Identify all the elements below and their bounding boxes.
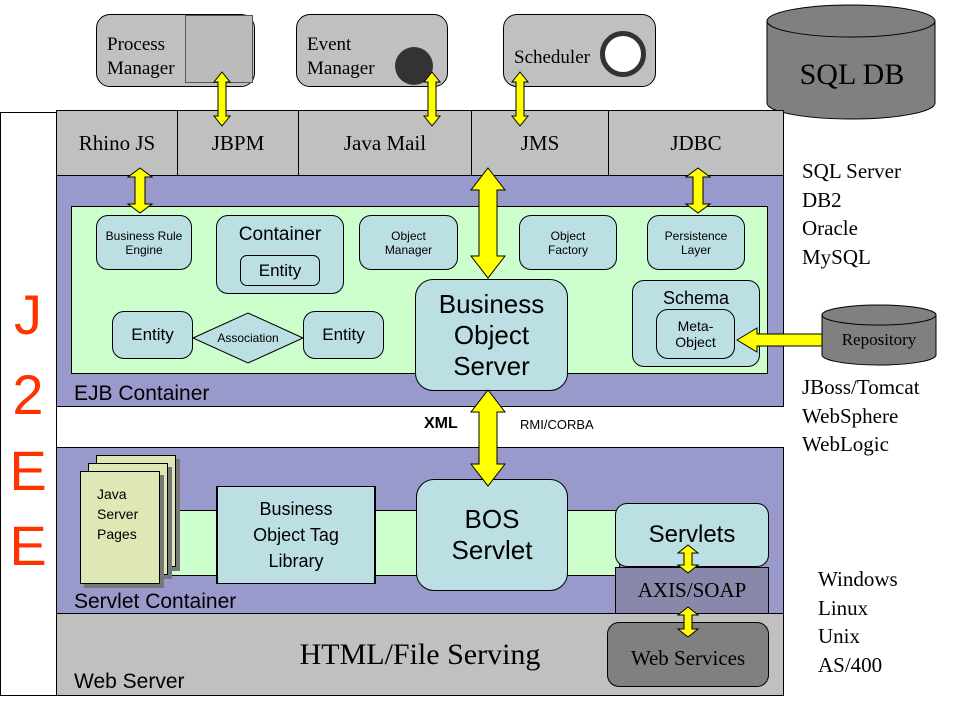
- entity-right: Entity: [303, 311, 384, 359]
- bos-servlet: BOS Servlet: [416, 479, 568, 591]
- app-server-list: JBoss/Tomcat WebSphere WebLogic: [802, 373, 920, 459]
- servlet-container-label: Servlet Container: [74, 590, 237, 613]
- jdbc: JDBC: [670, 131, 722, 155]
- servlets-label: Servlets: [648, 521, 736, 548]
- container-entity: Entity: [240, 255, 320, 286]
- database-list: SQL Server DB2 Oracle MySQL: [802, 157, 901, 271]
- jms: JMS: [472, 111, 609, 175]
- jbpm: JBPM: [178, 111, 299, 175]
- file-serving-label: HTML/File Serving: [299, 638, 541, 671]
- os-list: Windows Linux Unix AS/400: [818, 565, 898, 679]
- integration-bar: Rhino JS JBPM Java Mail JMS JDBC: [56, 110, 784, 176]
- object-manager: Object Manager: [359, 215, 458, 270]
- process-manager-label: Process Manager: [107, 34, 175, 79]
- db-item: MySQL: [802, 244, 871, 269]
- web-services: Web Services: [607, 622, 769, 687]
- rmi-corba-label: RMI/CORBA: [520, 417, 594, 432]
- jsp-pages: Java Server Pages: [80, 471, 160, 584]
- db-item: SQL Server: [802, 159, 901, 183]
- db-item: DB2: [802, 187, 842, 212]
- j2ee-letter: E: [9, 514, 47, 577]
- db-item: Oracle: [802, 216, 858, 240]
- j2ee-letter: 2: [12, 363, 44, 426]
- flowchart-icon: [185, 15, 253, 83]
- business-object-server: Business Object Server: [415, 279, 568, 391]
- ejb-container-label: EJB Container: [74, 382, 210, 405]
- event-manager-label: Event Manager: [307, 34, 375, 79]
- app-server-item: WebLogic: [802, 432, 889, 456]
- j2ee-letter: J: [14, 283, 42, 346]
- event-manager: Event Manager: [296, 14, 448, 87]
- jsp-label: Java Server Pages: [97, 486, 139, 542]
- scheduler: Scheduler: [503, 14, 656, 87]
- repository-label: Repository: [841, 330, 917, 349]
- xml-label: XML: [424, 415, 458, 432]
- sql-db-label: SQL DB: [799, 58, 905, 91]
- java-mail: Java Mail: [299, 111, 472, 175]
- os-item: Linux: [818, 595, 869, 620]
- tag-library: Business Object Tag Library: [216, 486, 376, 584]
- axis-soap: AXIS/SOAP: [615, 567, 769, 614]
- schema-label: Schema: [662, 288, 730, 308]
- rhino-js: Rhino JS: [57, 111, 178, 175]
- container-label: Container: [238, 224, 322, 245]
- association-label: Association: [217, 331, 279, 345]
- servlets: Servlets: [615, 503, 769, 567]
- os-item: AS/400: [818, 652, 883, 677]
- process-manager: Process Manager: [96, 14, 255, 87]
- business-rule-engine: Business Rule Engine: [96, 215, 192, 270]
- entity-left: Entity: [112, 311, 193, 359]
- meta-object: Meta-Object: [656, 309, 735, 359]
- object-factory: Object Factory: [519, 215, 617, 270]
- scheduler-label: Scheduler: [514, 47, 590, 68]
- alarm-clock-icon: [600, 31, 646, 77]
- app-server-item: WebSphere: [802, 403, 899, 428]
- os-item: Unix: [818, 624, 860, 648]
- j2ee-letter: E: [9, 439, 47, 502]
- bomb-icon: [395, 47, 433, 85]
- persistence-layer: Persistence Layer: [647, 215, 745, 270]
- web-server-label: Web Server: [74, 670, 185, 693]
- os-item: Windows: [818, 567, 898, 591]
- app-server-item: JBoss/Tomcat: [802, 375, 920, 399]
